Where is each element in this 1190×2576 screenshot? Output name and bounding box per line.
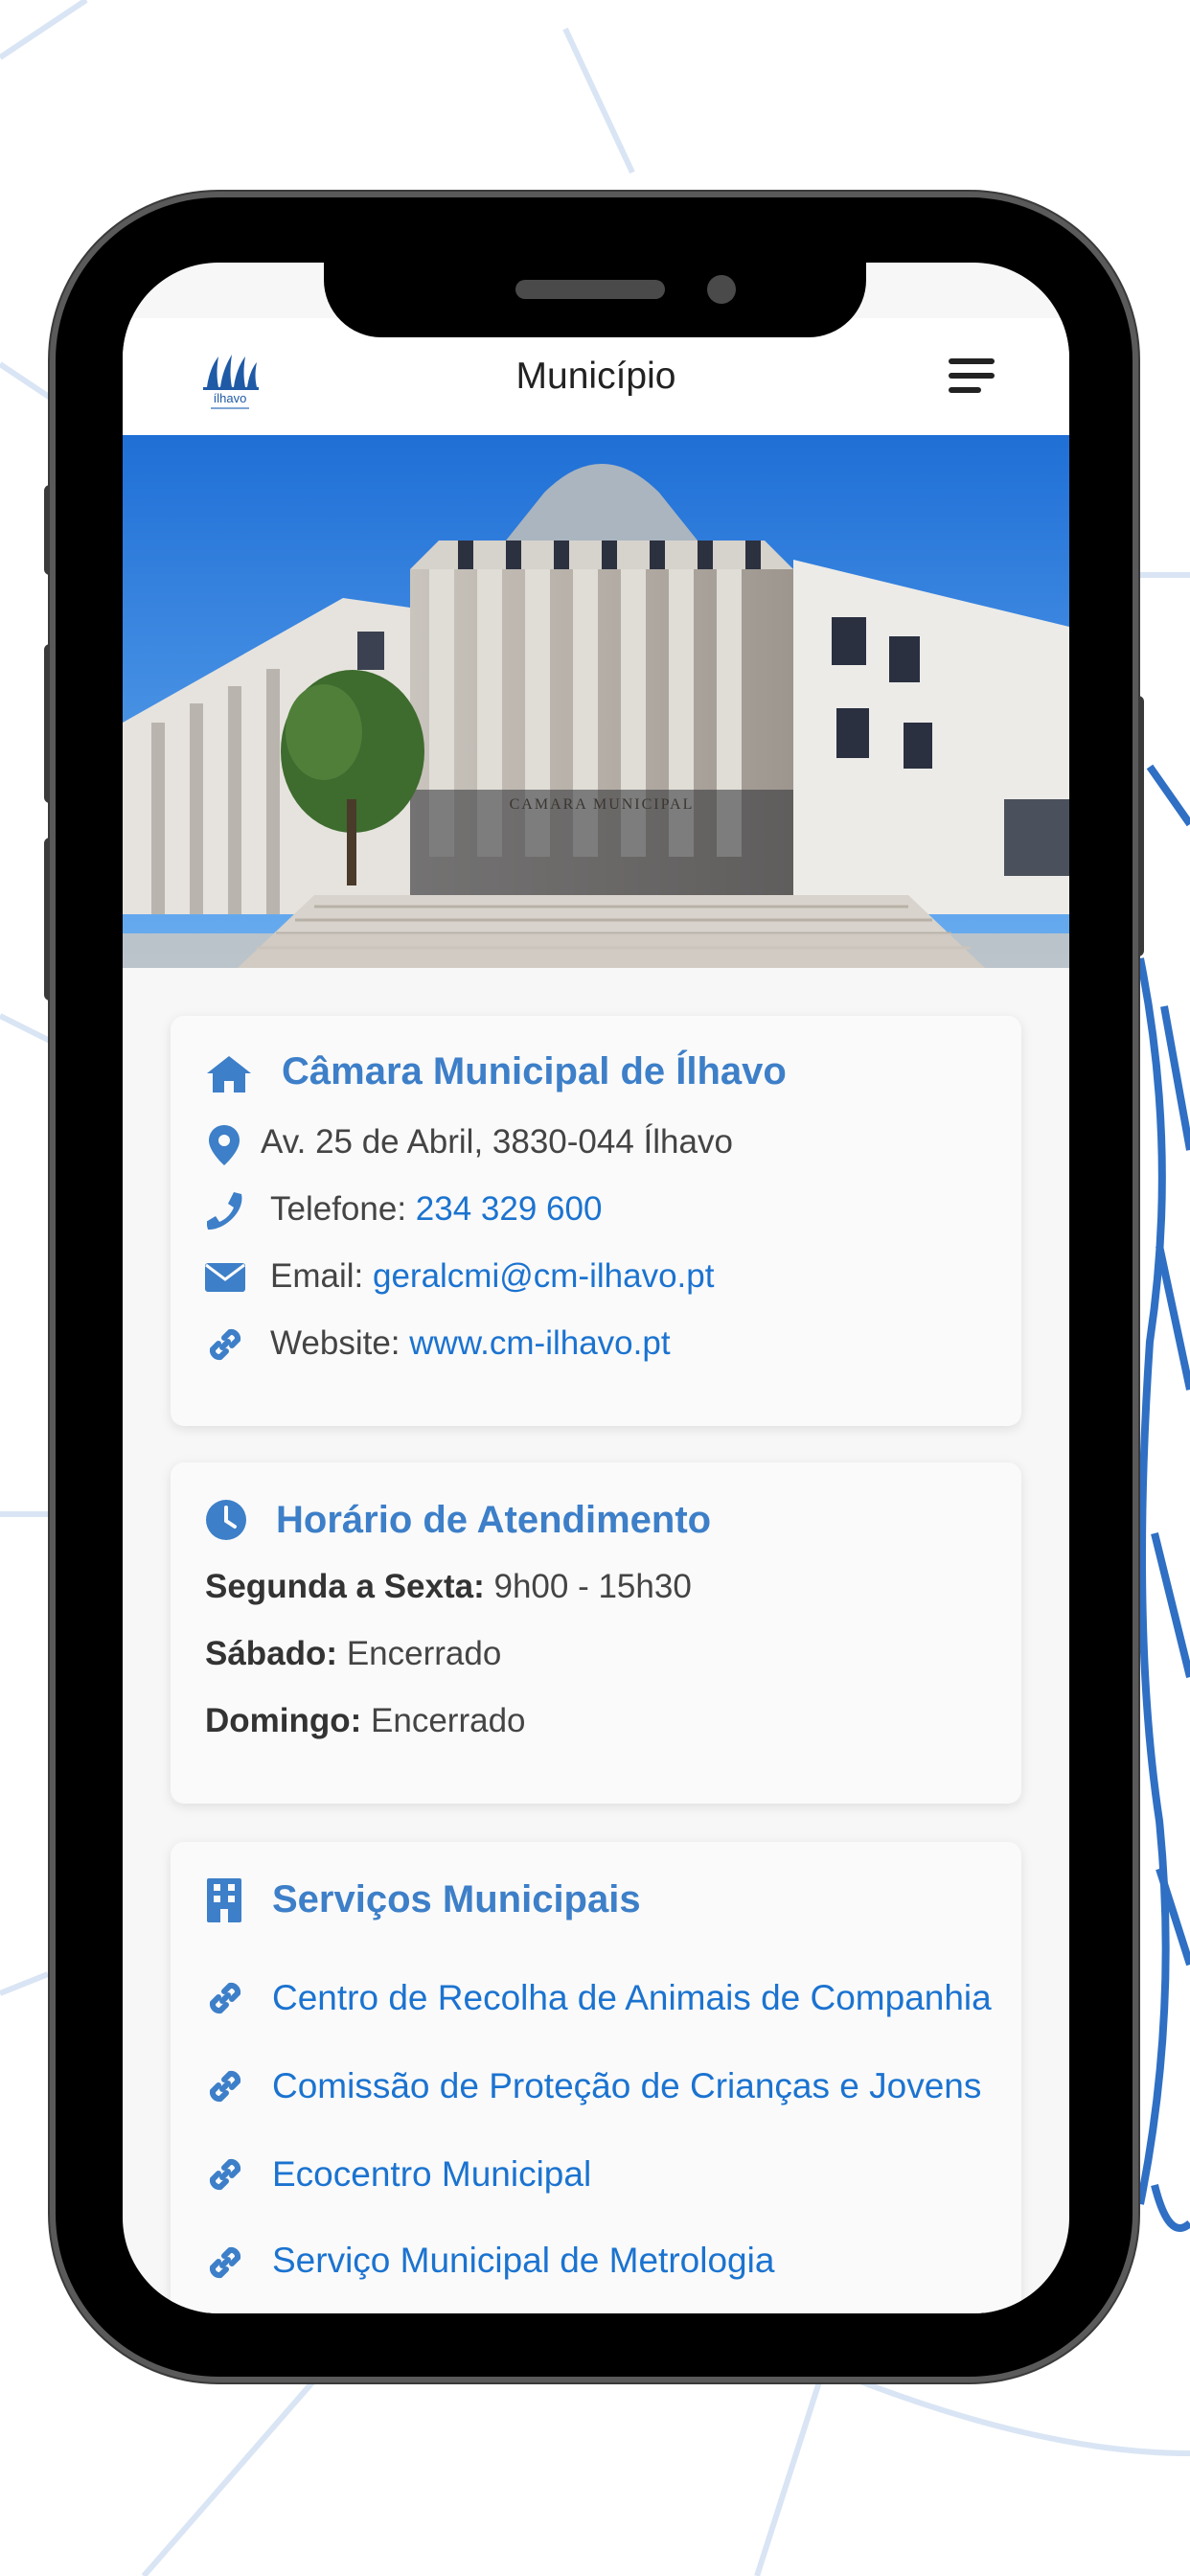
email-label: Email: [270,1257,364,1295]
phone-label: Telefone: [270,1190,407,1228]
building-sign: CAMARA MUNICIPAL [510,796,695,813]
hours-day: Domingo: [205,1702,362,1739]
website-label: Website: [270,1324,400,1362]
page-title: Município [515,356,676,397]
services-title: Serviços Municipais [272,1878,641,1920]
link-icon [209,2070,241,2103]
link-icon [209,1328,241,1361]
hours-row-saturday: Sábado: Encerrado [205,1635,501,1673]
logo-text: ílhavo [214,391,247,405]
hours-title: Horário de Atendimento [276,1499,712,1541]
hours-day: Segunda a Sexta: [205,1568,485,1605]
link-icon [209,2246,241,2279]
email-row: Email: geralcmi@cm-ilhavo.pt [270,1257,714,1296]
side-button-power [1131,696,1144,956]
services-card: Serviços Municipais Centro de Recolha de… [171,1842,1021,2313]
website-link[interactable]: www.cm-ilhavo.pt [409,1324,670,1362]
hours-card: Horário de Atendimento Segunda a Sexta: … [171,1462,1021,1804]
map-pin-icon [209,1125,240,1165]
town-hall-photo: CAMARA MUNICIPAL [123,435,1069,968]
hours-row-weekdays: Segunda a Sexta: 9h00 - 15h30 [205,1568,692,1606]
website-row: Website: www.cm-ilhavo.pt [270,1324,671,1363]
hours-value: Encerrado [346,1635,502,1672]
phone-link[interactable]: 234 329 600 [416,1190,603,1228]
hours-value: 9h00 - 15h30 [493,1568,692,1605]
email-link[interactable]: geralcmi@cm-ilhavo.pt [373,1257,714,1295]
contact-title: Câmara Municipal de Ílhavo [282,1050,787,1092]
hours-value: Encerrado [371,1702,526,1739]
service-link[interactable]: Ecocentro Municipal [272,2154,591,2195]
speaker-grille [515,280,665,299]
phone-screen: ílhavo Município CAMARA MUNICIPAL Câmara… [123,263,1069,2313]
service-link[interactable]: Serviço Municipal de Metrologia [272,2241,774,2281]
service-link[interactable]: Centro de Recolha de Animais de Companhi… [272,1978,992,2018]
hours-day: Sábado: [205,1635,338,1672]
front-camera [707,275,736,304]
envelope-icon [205,1263,245,1292]
home-icon [207,1056,251,1092]
address-text: Av. 25 de Abril, 3830-044 Ílhavo [261,1123,733,1161]
menu-icon[interactable] [949,358,995,397]
link-icon [209,2158,241,2191]
clock-icon [206,1500,246,1540]
ilhavo-logo[interactable]: ílhavo [199,345,261,414]
hours-row-sunday: Domingo: Encerrado [205,1702,526,1740]
phone-row: Telefone: 234 329 600 [270,1190,602,1229]
contact-card: Câmara Municipal de Ílhavo Av. 25 de Abr… [171,1016,1021,1426]
service-link[interactable]: Comissão de Proteção de Crianças e Joven… [272,2066,981,2106]
phone-notch [324,259,866,337]
link-icon [209,1982,241,2014]
building-icon [207,1878,241,1922]
phone-icon [207,1192,242,1230]
